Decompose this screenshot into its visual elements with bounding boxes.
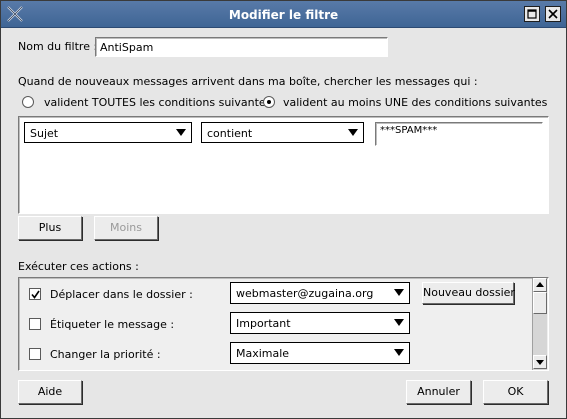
ok-button[interactable]: OK (483, 380, 548, 404)
change-priority-checkbox[interactable] (29, 348, 41, 360)
ok-button-label: OK (507, 385, 524, 398)
tag-select-value: Important (236, 317, 291, 330)
actions-scrollbar[interactable] (532, 278, 547, 370)
scroll-thumb[interactable] (533, 292, 547, 314)
condition-operator-select[interactable]: contient (201, 122, 364, 143)
conditions-list: Sujet contient ***SPAM*** (18, 116, 549, 214)
move-to-folder-label: Déplacer dans le dossier : (50, 288, 193, 301)
help-button-label: Aide (37, 385, 63, 398)
filter-name-label: Nom du filtre : (18, 40, 98, 53)
tag-message-checkbox[interactable] (29, 318, 41, 330)
new-folder-button-label: Nouveau dossier (423, 286, 515, 299)
new-folder-button[interactable]: Nouveau dossier (422, 282, 515, 304)
tag-select[interactable]: Important (230, 312, 410, 334)
more-button-label: Plus (38, 221, 62, 234)
actions-label: Exécuter ces actions : (18, 260, 139, 273)
match-all-radio[interactable] (22, 96, 34, 108)
chevron-down-icon (394, 319, 404, 326)
match-description: Quand de nouveaux messages arrivent dans… (18, 75, 478, 88)
chevron-down-icon (394, 289, 404, 296)
chevron-down-icon (348, 129, 358, 136)
cancel-button-label: Annuler (417, 385, 460, 398)
title-bar[interactable]: Modifier le filtre (1, 1, 566, 28)
window-title: Modifier le filtre (228, 8, 339, 22)
help-button[interactable]: Aide (18, 380, 82, 404)
scroll-up-button[interactable] (533, 278, 547, 292)
filter-dialog: Modifier le filtre Nom du filtre : AntiS… (0, 0, 567, 419)
change-priority-label: Changer la priorité : (50, 348, 161, 361)
scroll-down-button[interactable] (533, 355, 547, 369)
condition-operator-value: contient (207, 127, 253, 140)
match-any-label[interactable]: valident au moins UNE des conditions sui… (283, 96, 547, 109)
move-to-folder-checkbox[interactable] (29, 288, 41, 300)
condition-field-value: Sujet (30, 127, 59, 140)
folder-select[interactable]: webmaster@zugaina.org (230, 282, 410, 304)
condition-field-select[interactable]: Sujet (24, 122, 192, 143)
cancel-button[interactable]: Annuler (406, 380, 471, 404)
actions-list: Déplacer dans le dossier : webmaster@zug… (18, 277, 549, 371)
match-all-label[interactable]: valident TOUTES les conditions suivantes (44, 96, 271, 109)
filter-name-input[interactable]: AntiSpam (95, 37, 388, 57)
priority-select[interactable]: Maximale (230, 342, 410, 364)
priority-select-value: Maximale (236, 347, 290, 360)
less-button-label: Moins (110, 221, 142, 234)
close-icon[interactable] (545, 6, 561, 22)
less-button[interactable]: Moins (94, 216, 158, 240)
more-button[interactable]: Plus (18, 216, 82, 240)
tag-message-label: Étiqueter le message : (50, 318, 175, 331)
condition-value-input[interactable]: ***SPAM*** (375, 122, 543, 146)
folder-select-value: webmaster@zugaina.org (236, 287, 374, 300)
chevron-down-icon (176, 129, 186, 136)
match-any-radio[interactable] (263, 96, 275, 108)
chevron-down-icon (394, 349, 404, 356)
maximize-icon[interactable] (524, 6, 540, 22)
